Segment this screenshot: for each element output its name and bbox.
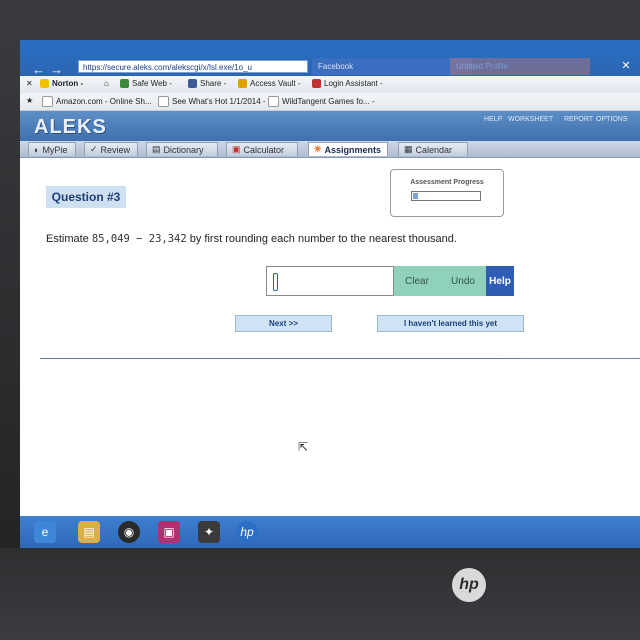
pie-icon: ◐: [34, 144, 40, 155]
tab-mypie[interactable]: ◐ MyPie: [28, 142, 76, 156]
clear-button[interactable]: Clear: [394, 266, 440, 296]
vault-icon: [238, 79, 247, 88]
amazon-icon: [42, 96, 53, 107]
tab-other[interactable]: Untitled Profile: [450, 58, 590, 75]
safe-web-icon: [120, 79, 129, 88]
share-menu[interactable]: Share -: [188, 79, 226, 88]
close-icon[interactable]: ✕: [612, 58, 640, 75]
prompt-expression: 85,049 − 23,342: [91, 233, 187, 245]
calculator-icon: ▣: [232, 144, 241, 154]
hp-app-icon[interactable]: hp: [236, 521, 258, 543]
screen: ← → https://secure.aleks.com/alekscgi/x/…: [20, 40, 640, 548]
forward-arrow-icon[interactable]: →: [50, 62, 63, 77]
tab-dictionary[interactable]: ▤ Dictionary: [146, 142, 218, 156]
tab-assignments[interactable]: ✳ Assignments: [308, 142, 388, 156]
media-player-icon[interactable]: ◉: [118, 521, 140, 543]
assignments-icon: ✳: [314, 144, 322, 154]
question-number: Question #3: [46, 186, 126, 208]
text-cursor: [273, 273, 278, 291]
tab-calendar[interactable]: ▦ Calendar: [398, 142, 468, 156]
favorites-star-icon[interactable]: ★: [26, 96, 33, 105]
progress-fill: [413, 193, 418, 199]
page-icon: [158, 96, 169, 107]
norton-icon: [40, 79, 49, 88]
aleks-logo: ALEKS: [34, 116, 107, 138]
assessment-progress-panel: Assessment Progress: [390, 169, 504, 217]
file-explorer-icon[interactable]: ▤: [78, 521, 100, 543]
app-icon[interactable]: ▣: [158, 521, 180, 543]
help-button[interactable]: Help: [486, 266, 514, 296]
next-button[interactable]: Next >>: [235, 315, 332, 332]
prompt-suffix: by first rounding each number to the nea…: [186, 233, 457, 245]
question-prompt: Estimate 85,049 − 23,342 by first roundi…: [46, 233, 457, 245]
tab-facebook[interactable]: Facebook: [312, 58, 472, 75]
hp-logo: hp: [452, 568, 486, 602]
divider: [40, 358, 640, 359]
undo-button[interactable]: Undo: [440, 266, 486, 296]
progress-title: Assessment Progress: [410, 179, 484, 186]
games-icon[interactable]: ✦: [198, 521, 220, 543]
tab-review[interactable]: ✓ Review: [84, 142, 138, 156]
favorites-bar: ★ Amazon.com - Online Sh... See What's H…: [20, 93, 640, 111]
options-link[interactable]: OPTIONS: [596, 116, 628, 123]
book-icon: ▤: [152, 144, 161, 154]
report-link[interactable]: REPORT: [564, 116, 593, 123]
taskbar: [20, 516, 640, 548]
help-link[interactable]: HELP: [484, 116, 502, 123]
progress-bar: [411, 191, 481, 201]
internet-explorer-icon[interactable]: e: [34, 521, 56, 543]
mouse-pointer-icon: ⇱: [298, 440, 309, 454]
back-arrow-icon[interactable]: ←: [32, 62, 45, 77]
check-icon: ✓: [90, 144, 98, 154]
safe-web-menu[interactable]: Safe Web -: [120, 79, 172, 88]
favorite-wildtangent[interactable]: WildTangent Games fo... -: [268, 96, 374, 107]
favorite-amazon[interactable]: Amazon.com - Online Sh...: [42, 96, 152, 107]
worksheet-link[interactable]: WORKSHEET: [508, 116, 553, 123]
login-icon: [312, 79, 321, 88]
answer-input[interactable]: [266, 266, 394, 296]
address-bar[interactable]: https://secure.aleks.com/alekscgi/x/Isl.…: [78, 60, 308, 73]
home-icon[interactable]: ⌂: [104, 79, 109, 88]
tab-calculator[interactable]: ▣ Calculator: [226, 142, 298, 156]
access-vault-menu[interactable]: Access Vault -: [238, 79, 301, 88]
login-assistant-menu[interactable]: Login Assistant -: [312, 79, 383, 88]
page-icon: [268, 96, 279, 107]
bezel-bottom: [0, 548, 640, 640]
norton-toolbar: ✕ Norton - ⌂ Safe Web - Share - Access V…: [20, 76, 640, 94]
calendar-icon: ▦: [404, 144, 413, 154]
not-learned-button[interactable]: I haven't learned this yet: [377, 315, 524, 332]
norton-menu[interactable]: Norton -: [40, 79, 83, 88]
facebook-icon: [188, 79, 197, 88]
close-toolbar-icon[interactable]: ✕: [26, 79, 33, 88]
favorite-whats-hot[interactable]: See What's Hot 1/1/2014 -: [158, 96, 266, 107]
prompt-prefix: Estimate: [46, 233, 92, 245]
